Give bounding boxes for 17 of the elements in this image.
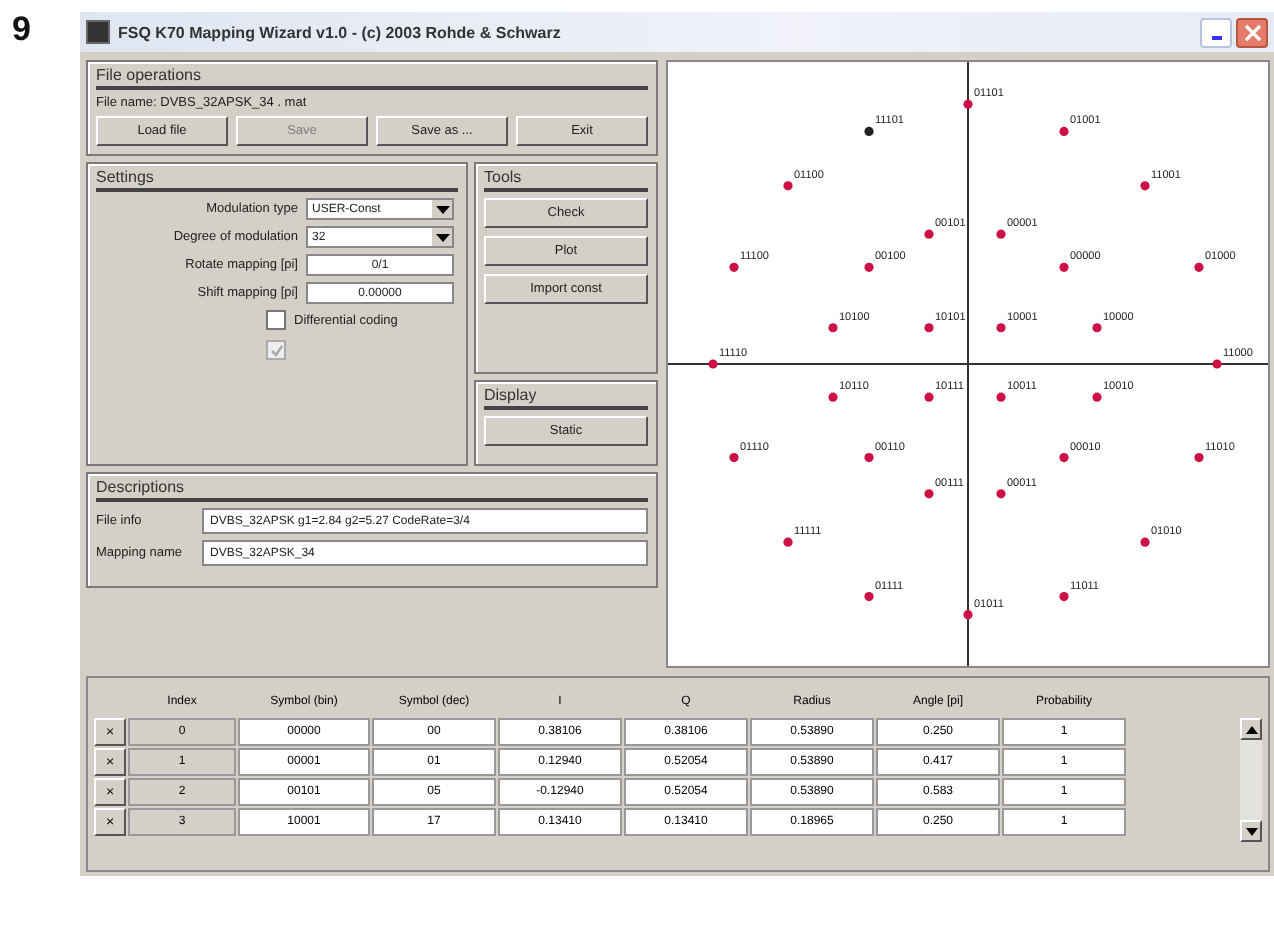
window-title: FSQ K70 Mapping Wizard v1.0 - (c) 2003 Rohde & Schwarz: [118, 23, 563, 41]
figure-number: 9: [10, 12, 33, 48]
checkbox[interactable]: [266, 310, 286, 330]
close-button[interactable]: [1236, 17, 1268, 47]
dropdown-arrow-icon[interactable]: [432, 200, 452, 218]
scroll-up-icon[interactable]: [1240, 718, 1262, 740]
panel-title: File operations: [96, 66, 648, 90]
app-icon: [86, 20, 110, 44]
dropdown-arrow-icon[interactable]: [432, 228, 452, 246]
panel-title: Descriptions: [96, 478, 648, 502]
panel-title: Settings: [96, 168, 458, 192]
scroll-down-icon[interactable]: [1240, 820, 1262, 842]
panel-title: Display: [484, 386, 648, 410]
panel-title: Tools: [484, 168, 648, 192]
close-icon[interactable]: [1243, 23, 1261, 41]
minimize-button[interactable]: [1200, 17, 1232, 47]
scrollbar[interactable]: [1240, 718, 1262, 842]
